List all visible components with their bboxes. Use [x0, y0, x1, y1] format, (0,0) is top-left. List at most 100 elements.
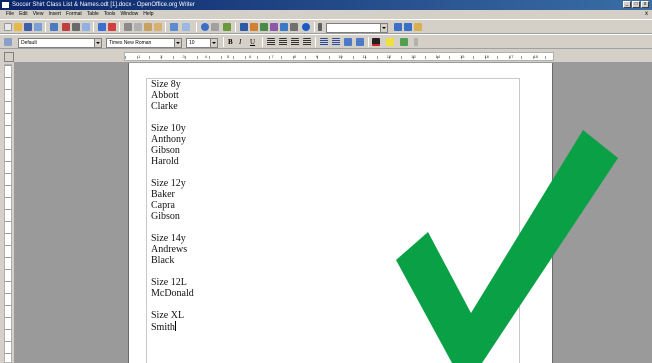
bold-button[interactable]: B	[228, 38, 233, 47]
size-heading: Size 12y	[151, 178, 186, 189]
toolbar-separator	[314, 22, 315, 32]
email-icon[interactable]	[34, 23, 42, 31]
student-name: Capra	[151, 200, 175, 211]
italic-button[interactable]: I	[239, 38, 241, 47]
zoom-icon[interactable]	[290, 23, 298, 31]
open-folder-icon[interactable]	[14, 23, 22, 31]
increase-indent-icon[interactable]	[356, 38, 364, 46]
gallery-icon[interactable]	[260, 23, 268, 31]
align-center-icon[interactable]	[279, 38, 287, 46]
background-color-icon[interactable]	[400, 38, 408, 46]
size-heading: Size 10y	[151, 123, 186, 134]
undo-icon[interactable]	[170, 23, 178, 31]
menu-window[interactable]: Window	[120, 10, 138, 19]
find-text-input[interactable]	[326, 23, 388, 33]
formatting-toolbar: Default Times New Roman 10 B I U	[0, 34, 652, 49]
menu-table[interactable]: Table	[87, 10, 99, 19]
new-document-icon[interactable]	[4, 23, 12, 31]
justify-icon[interactable]	[303, 38, 311, 46]
numbering-icon[interactable]	[320, 38, 328, 46]
menu-insert[interactable]: Insert	[48, 10, 61, 19]
align-left-icon[interactable]	[267, 38, 275, 46]
toolbar-separator	[93, 22, 94, 32]
window-title: Soccer Shirt Class List & Names.odt [1].…	[12, 2, 195, 8]
toolbar-separator	[45, 22, 46, 32]
copy-icon[interactable]	[134, 23, 142, 31]
size-heading: Size 8y	[151, 79, 181, 90]
ruler-label: 8	[293, 54, 296, 59]
export-pdf-icon[interactable]	[62, 23, 70, 31]
nonprinting-characters-icon[interactable]	[280, 23, 288, 31]
find-next-icon[interactable]	[394, 23, 402, 31]
redo-icon[interactable]	[182, 23, 190, 31]
minimize-button[interactable]: _	[623, 1, 631, 8]
close-document-button[interactable]: x	[645, 11, 648, 18]
ruler-label: 14	[435, 54, 441, 59]
save-icon[interactable]	[24, 23, 32, 31]
table-icon[interactable]	[211, 23, 219, 31]
toolbar-separator	[196, 22, 197, 32]
menu-format[interactable]: Format	[66, 10, 82, 19]
styles-formatting-icon[interactable]	[4, 38, 12, 46]
find-previous-icon[interactable]	[404, 23, 412, 31]
format-paintbrush-icon[interactable]	[154, 23, 162, 31]
autospellcheck-icon[interactable]	[108, 23, 116, 31]
toolbar-separator	[223, 37, 224, 47]
bullets-icon[interactable]	[332, 38, 340, 46]
chevron-down-icon[interactable]	[380, 24, 387, 32]
size-heading: Size 12L	[151, 277, 187, 288]
chevron-down-icon[interactable]	[210, 39, 217, 47]
print-preview-icon[interactable]	[82, 23, 90, 31]
show-draw-functions-icon[interactable]	[223, 23, 231, 31]
menu-view[interactable]: View	[33, 10, 44, 19]
ruler-label: 10	[338, 54, 343, 59]
underline-button[interactable]: U	[250, 38, 255, 47]
cut-icon[interactable]	[124, 23, 132, 31]
toolbar-separator	[235, 22, 236, 32]
toolbar-separator	[119, 22, 120, 32]
font-name-select[interactable]: Times New Roman	[106, 38, 182, 48]
menu-file[interactable]: File	[6, 10, 14, 19]
navigator-icon[interactable]	[250, 23, 258, 31]
ruler-label: 3	[182, 54, 185, 59]
student-name: Clarke	[151, 101, 178, 112]
student-name: Harold	[151, 156, 179, 167]
font-size-select[interactable]: 10	[186, 38, 218, 48]
close-button[interactable]: x	[641, 1, 649, 8]
maximize-button[interactable]: □	[632, 1, 640, 8]
font-color-icon[interactable]	[372, 38, 380, 46]
vertical-ruler[interactable]	[4, 64, 12, 363]
ruler-label: 6	[249, 54, 252, 59]
toolbar-separator	[165, 22, 166, 32]
menu-edit[interactable]: Edit	[19, 10, 28, 19]
paste-icon[interactable]	[144, 23, 152, 31]
ruler-label: 16	[484, 54, 489, 59]
horizontal-ruler-labels: 1 2 3 4 5 6 7 8 9 10 11 12 13 14 15 16 1…	[138, 52, 538, 61]
document-text[interactable]: Size 8y Abbott Clarke Size 10y Anthony Gibson…	[151, 79, 271, 333]
find-replace-icon[interactable]	[240, 23, 248, 31]
toolbar-options-icon[interactable]	[414, 38, 418, 46]
print-icon[interactable]	[72, 23, 80, 31]
chevron-down-icon[interactable]	[94, 39, 101, 47]
paragraph-style-select[interactable]: Default	[18, 38, 102, 48]
find-toolbar-handle-icon[interactable]	[318, 23, 322, 31]
help-icon[interactable]	[302, 23, 310, 31]
chevron-down-icon[interactable]	[174, 39, 181, 47]
ruler-corner	[4, 52, 14, 62]
menu-help[interactable]: Help	[143, 10, 153, 19]
spellcheck-icon[interactable]	[98, 23, 106, 31]
align-right-icon[interactable]	[291, 38, 299, 46]
menu-tools[interactable]: Tools	[104, 10, 116, 19]
highlighting-icon[interactable]	[386, 38, 394, 46]
edit-file-icon[interactable]	[50, 23, 58, 31]
find-options-icon[interactable]	[414, 23, 422, 31]
decrease-indent-icon[interactable]	[344, 38, 352, 46]
ruler-label: 18	[533, 54, 538, 59]
data-sources-icon[interactable]	[270, 23, 278, 31]
text-cursor	[174, 321, 176, 331]
hyperlink-icon[interactable]	[201, 23, 209, 31]
window-title-bar[interactable]: Soccer Shirt Class List & Names.odt [1].…	[0, 0, 652, 10]
